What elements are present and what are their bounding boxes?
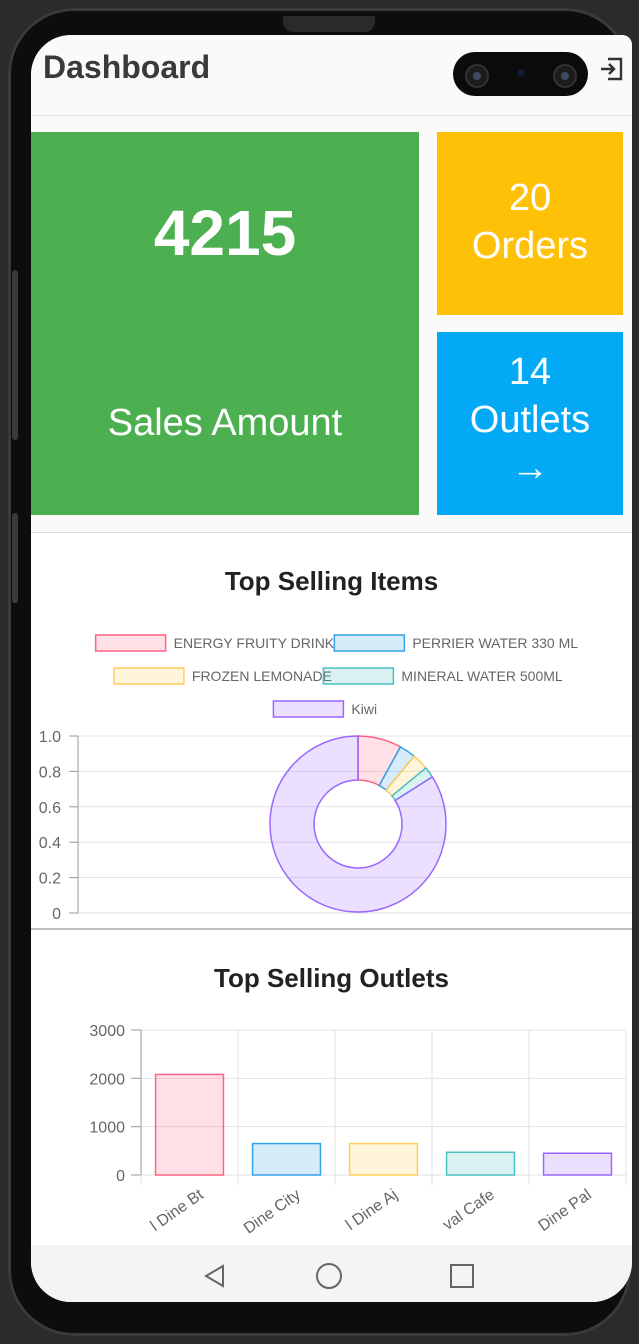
orders-count: 20: [508, 177, 552, 219]
bar[interactable]: [251, 1142, 322, 1176]
front-camera-lens-2: [553, 64, 577, 88]
outlets-label: Outlets: [469, 399, 591, 441]
top-selling-items-panel: Top Selling Items ENERGY FRUITY DRINK PER…: [31, 532, 632, 928]
legend-swatch[interactable]: [322, 667, 395, 685]
x-tick-label: Dine City: [241, 1186, 304, 1237]
sales-amount-tile[interactable]: 4215 Sales Amount: [31, 132, 419, 515]
recents-icon[interactable]: [450, 1264, 474, 1288]
sales-amount-label: Sales Amount: [107, 402, 343, 444]
camera-cutout: [453, 52, 588, 96]
y-tick-label: 0: [52, 906, 61, 923]
logout-icon[interactable]: [597, 55, 625, 83]
y-tick-label: 0.6: [39, 800, 61, 817]
home-icon[interactable]: [316, 1263, 342, 1289]
bar[interactable]: [445, 1151, 516, 1176]
bar[interactable]: [542, 1152, 613, 1176]
legend-swatch[interactable]: [94, 634, 167, 652]
x-tick-label: val Cafe: [440, 1186, 498, 1234]
y-tick-label: 0: [116, 1168, 125, 1185]
legend-label[interactable]: MINERAL WATER 500ML: [401, 668, 563, 684]
y-tick-label: 1000: [89, 1120, 125, 1137]
orders-label: Orders: [471, 225, 589, 267]
orders-tile[interactable]: 20 Orders: [437, 132, 623, 315]
front-camera-lens: [465, 64, 489, 88]
arrow-right-icon: →: [511, 447, 549, 489]
legend-label[interactable]: Kiwi: [351, 701, 377, 717]
sales-amount-value: 4215: [153, 197, 297, 269]
top-selling-outlets-chart: 3000 2000 1000 0 l Dine Bt Dine City l Dine Aj…: [89, 1023, 627, 1238]
outlets-count: 14: [508, 351, 552, 393]
y-tick-label: 0.8: [39, 764, 61, 781]
outlets-tile[interactable]: 14 Outlets →: [437, 332, 623, 515]
top-selling-outlets-panel: Top Selling Outlets 3000 2000 1000 0 l Dine …: [31, 928, 632, 1250]
bar[interactable]: [348, 1142, 419, 1176]
legend-label[interactable]: ENERGY FRUITY DRINK: [174, 635, 335, 651]
legend-swatch[interactable]: [333, 634, 406, 652]
app-bar: Dashboard: [31, 35, 632, 116]
y-tick-label: 2000: [89, 1071, 125, 1088]
y-tick-label: 1.0: [39, 729, 61, 746]
y-tick-label: 0.4: [39, 835, 61, 852]
x-tick-label: l Dine Aj: [343, 1186, 401, 1234]
legend-label[interactable]: PERRIER WATER 330 ML: [412, 635, 578, 651]
app-screen: Dashboard 4215 Sales Amount 20 Orders 14…: [31, 35, 632, 1302]
x-tick-label: Dine Pal: [535, 1186, 594, 1235]
legend-label[interactable]: FROZEN LEMONADE: [192, 668, 332, 684]
x-tick-label: l Dine Bt: [148, 1186, 208, 1235]
legend-swatch[interactable]: [113, 667, 185, 685]
earpiece-speaker: [283, 16, 375, 32]
top-selling-items-chart: ENERGY FRUITY DRINK PERRIER WATER 330 ML F…: [39, 634, 632, 923]
back-icon[interactable]: [204, 1264, 224, 1288]
android-nav-bar: [31, 1245, 632, 1302]
y-tick-label: 0.2: [39, 871, 61, 888]
volume-button: [12, 270, 18, 440]
legend-swatch[interactable]: [272, 700, 345, 718]
camera-sensor: [517, 69, 525, 77]
nav-buttons: [204, 1263, 474, 1289]
page-title: Dashboard: [43, 49, 211, 85]
y-tick-label: 3000: [89, 1023, 125, 1040]
bar[interactable]: [154, 1073, 225, 1176]
power-button: [12, 513, 18, 603]
